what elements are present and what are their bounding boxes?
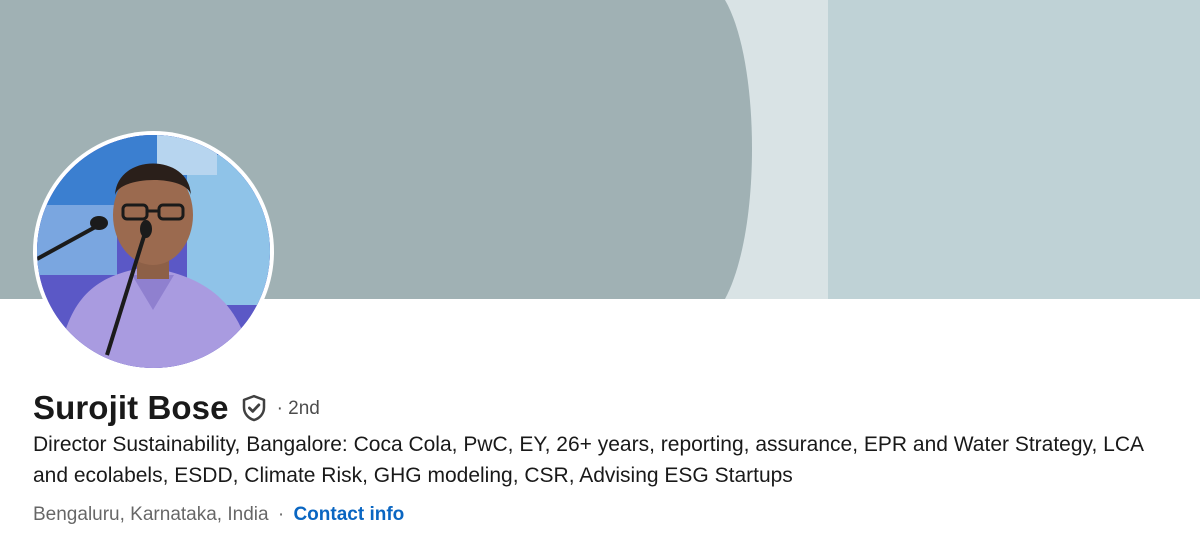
contact-info-link[interactable]: Contact info (293, 504, 404, 525)
profile-photo[interactable] (33, 131, 274, 372)
location-row: Bengaluru, Karnataka, India · Contact in… (33, 501, 404, 529)
name-row: Surojit Bose · 2nd (33, 388, 320, 428)
profile-name: Surojit Bose (33, 389, 229, 426)
profile-location: Bengaluru, Karnataka, India (33, 504, 269, 525)
shield-check-icon[interactable] (239, 393, 269, 423)
profile-headline: Director Sustainability, Bangalore: Coca… (33, 433, 1143, 487)
profile-photo-image (37, 135, 270, 368)
connection-degree: · 2nd (276, 398, 320, 419)
separator-dot: · (277, 504, 285, 525)
